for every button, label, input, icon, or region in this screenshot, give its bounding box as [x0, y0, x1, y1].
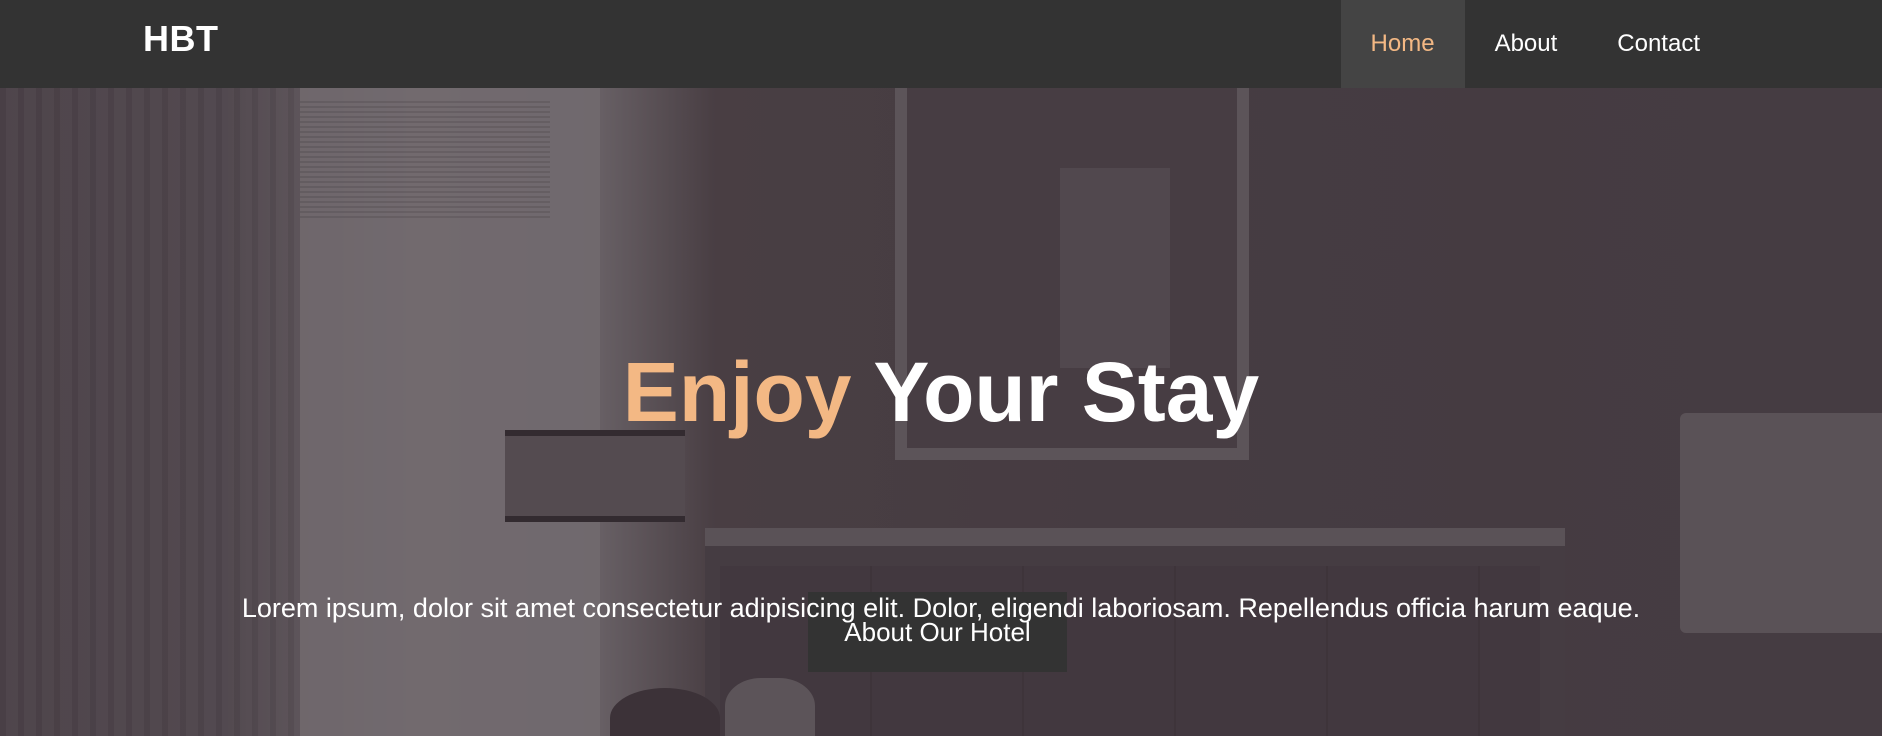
nav-link-contact[interactable]: Contact	[1587, 0, 1730, 88]
hero-section: Enjoy Your Stay Lorem ipsum, dolor sit a…	[0, 88, 1882, 736]
brand-logo[interactable]: HBT	[143, 18, 219, 60]
hero-content: Enjoy Your Stay Lorem ipsum, dolor sit a…	[0, 88, 1882, 736]
hero-title-accent: Enjoy	[622, 345, 852, 439]
nav-link-home[interactable]: Home	[1340, 0, 1465, 88]
navbar: HBT Home About Contact	[0, 0, 1882, 88]
nav-links: Home About Contact	[1340, 0, 1730, 88]
hero-description: Lorem ipsum, dolor sit amet consectetur …	[241, 593, 1641, 623]
hero-title: Enjoy Your Stay	[0, 350, 1882, 434]
nav-link-about[interactable]: About	[1465, 0, 1588, 88]
hero-title-rest: Your Stay	[851, 345, 1260, 439]
